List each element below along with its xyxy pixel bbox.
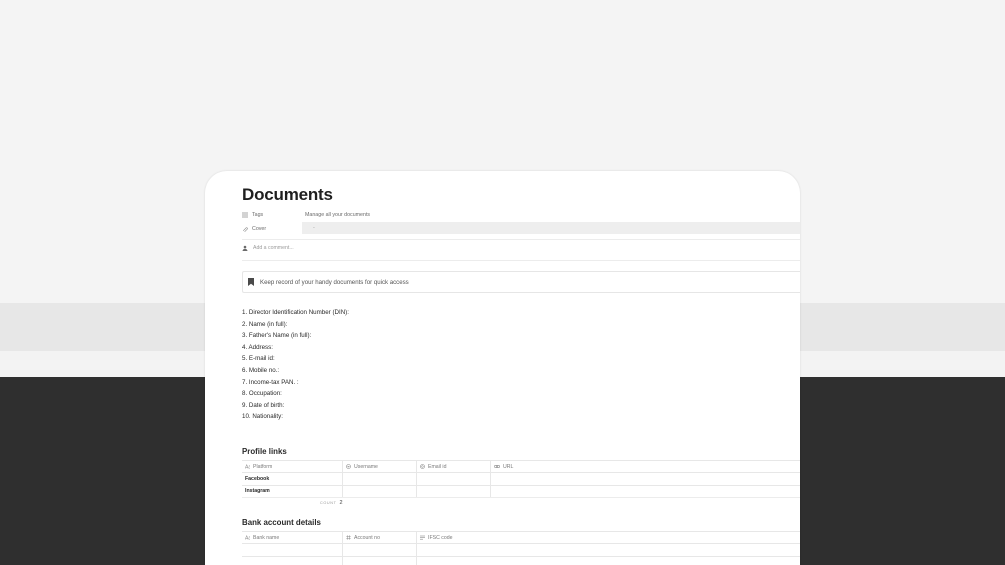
add-comment[interactable]: Add a comment... xyxy=(242,245,294,251)
table-cell[interactable] xyxy=(343,544,417,556)
table-row[interactable] xyxy=(242,555,800,565)
table-row[interactable]: Instagram xyxy=(242,484,800,497)
list-item[interactable]: 10. Nationality: xyxy=(242,411,349,423)
dropdown-property-icon xyxy=(346,464,351,469)
divider xyxy=(242,239,800,240)
column-label: Account no xyxy=(354,534,380,541)
list-item[interactable]: 6. Mobile no.: xyxy=(242,365,349,377)
bookmark-icon xyxy=(248,278,254,286)
table-count[interactable]: COUNT 2 xyxy=(320,500,343,506)
column-label: Email id xyxy=(428,463,447,470)
property-name: Cover xyxy=(252,225,267,232)
column-header-username[interactable]: Username xyxy=(343,461,417,473)
text-property-icon: Aa xyxy=(245,464,250,470)
table-cell[interactable]: Facebook xyxy=(242,473,343,485)
list-item[interactable]: 5. E-mail id: xyxy=(242,353,349,365)
table-row[interactable] xyxy=(242,543,800,556)
column-label: Platform xyxy=(253,463,273,470)
property-value[interactable]: Manage all your documents xyxy=(305,212,370,218)
table-header-row: Aa Bank name Account no IFSC code xyxy=(242,531,800,544)
svg-text:Aa: Aa xyxy=(245,465,250,470)
list-item[interactable]: 7. Income-tax PAN. : xyxy=(242,377,349,389)
table-row[interactable]: Facebook xyxy=(242,472,800,485)
property-tags[interactable]: Tags Manage all your documents xyxy=(242,208,800,221)
text-lines-icon xyxy=(420,535,425,540)
column-header-ifsc[interactable]: IFSC code xyxy=(417,532,800,543)
column-label: Username xyxy=(354,463,378,470)
column-header-bank-name[interactable]: Aa Bank name xyxy=(242,532,343,544)
list-item[interactable]: 9. Date of birth: xyxy=(242,400,349,412)
number-property-icon xyxy=(346,535,351,540)
table-cell[interactable] xyxy=(417,485,491,497)
bank-details-heading[interactable]: Bank account details xyxy=(242,518,321,527)
divider xyxy=(242,260,800,261)
at-sign-icon xyxy=(420,464,425,469)
divider xyxy=(242,496,800,498)
count-value: 2 xyxy=(339,500,343,506)
list-item[interactable]: 4. Address: xyxy=(242,342,349,354)
table-cell[interactable] xyxy=(343,485,417,497)
profile-links-table: Aa Platform Username Email id URL Facebo… xyxy=(242,460,800,498)
list-icon xyxy=(242,212,252,218)
column-header-url[interactable]: URL xyxy=(491,461,800,472)
property-cover[interactable]: Cover - xyxy=(242,222,800,235)
table-cell[interactable] xyxy=(417,544,800,555)
table-cell[interactable] xyxy=(417,473,491,485)
text-property-icon: Aa xyxy=(245,535,250,541)
profile-links-heading[interactable]: Profile links xyxy=(242,447,287,456)
avatar-icon xyxy=(242,245,253,251)
table-cell[interactable] xyxy=(343,473,417,485)
table-cell[interactable] xyxy=(417,557,800,565)
column-label: Bank name xyxy=(253,534,280,541)
table-cell[interactable] xyxy=(242,544,343,556)
column-header-platform[interactable]: Aa Platform xyxy=(242,461,343,473)
column-label: URL xyxy=(503,463,514,470)
table-header-row: Aa Platform Username Email id URL xyxy=(242,460,800,473)
table-cell[interactable] xyxy=(491,473,800,484)
table-cell[interactable]: Instagram xyxy=(242,485,343,497)
callout-block[interactable]: Keep record of your handy documents for … xyxy=(242,271,800,293)
comment-placeholder: Add a comment... xyxy=(253,245,294,251)
details-list: 1. Director Identification Number (DIN):… xyxy=(242,307,349,423)
table-cell[interactable] xyxy=(242,556,343,565)
svg-text:Aa: Aa xyxy=(245,536,250,541)
document-page-card: Documents Tags Manage all your documents… xyxy=(205,171,800,565)
count-label: COUNT xyxy=(320,501,337,505)
property-name: Tags xyxy=(252,211,264,218)
link-icon xyxy=(494,464,500,469)
table-cell[interactable] xyxy=(343,556,417,565)
list-item[interactable]: 3. Father's Name (in full): xyxy=(242,330,349,342)
callout-text: Keep record of your handy documents for … xyxy=(260,278,409,286)
list-item[interactable]: 2. Name (in full): xyxy=(242,319,349,331)
bank-details-table: Aa Bank name Account no IFSC code xyxy=(242,531,800,565)
paperclip-icon xyxy=(242,226,252,232)
page-title[interactable]: Documents xyxy=(242,185,333,205)
cover-value-field[interactable]: - xyxy=(302,222,800,234)
column-header-email[interactable]: Email id xyxy=(417,461,491,473)
table-cell[interactable] xyxy=(491,486,800,497)
column-label: IFSC code xyxy=(428,534,453,541)
column-header-account-no[interactable]: Account no xyxy=(343,532,417,544)
list-item[interactable]: 8. Occupation: xyxy=(242,388,349,400)
list-item[interactable]: 1. Director Identification Number (DIN): xyxy=(242,307,349,319)
